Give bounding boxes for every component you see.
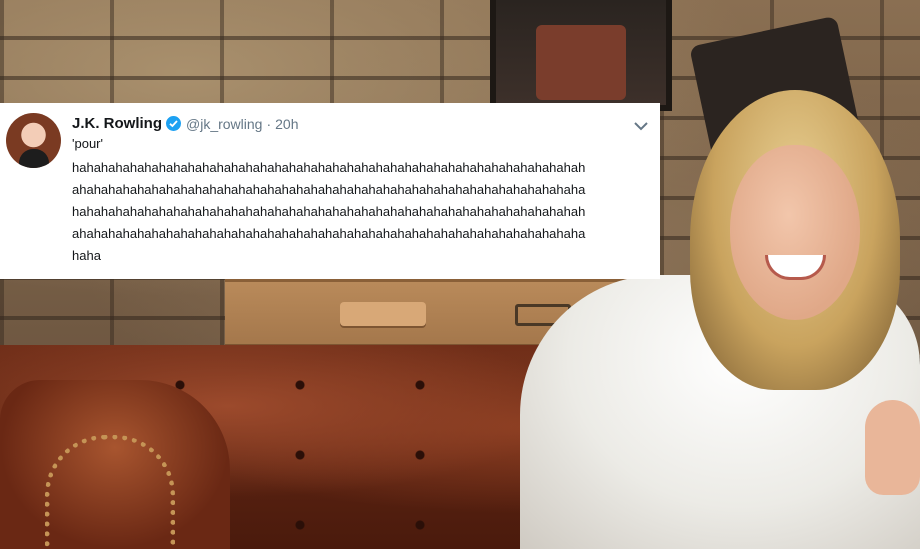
avatar[interactable] xyxy=(6,113,61,168)
chevron-down-icon[interactable] xyxy=(633,119,649,131)
drawer-pull xyxy=(340,302,426,326)
hand xyxy=(865,400,920,495)
face xyxy=(730,145,860,320)
tweet-text-line: ahahahahahahahahahahahahahahahahahahahah… xyxy=(72,182,586,197)
tweet-header: J.K. Rowling @jk_rowling · 20h xyxy=(72,115,299,132)
quoted-word: 'pour' xyxy=(72,136,103,151)
separator-dot: · xyxy=(266,115,272,132)
tweet-text: hahahahahahahahahahahahahahahahahahahaha… xyxy=(72,157,654,267)
display-name[interactable]: J.K. Rowling xyxy=(72,115,162,132)
sofa-arm xyxy=(0,380,230,549)
tweet-text-line: hahahahahahahahahahahahahahahahahahahaha… xyxy=(72,204,586,219)
tweet-text-line: hahahahahahahahahahahahahahahahahahahaha… xyxy=(72,160,586,175)
user-handle[interactable]: @jk_rowling xyxy=(186,116,262,132)
tweet-text-line: ahahahahahahahahahahahahahahahahahahahah… xyxy=(72,226,586,241)
verified-badge-icon xyxy=(166,116,181,131)
tweet-card[interactable]: J.K. Rowling @jk_rowling · 20h 'pour' ha… xyxy=(0,103,660,279)
tweet-text-line: haha xyxy=(72,248,101,263)
tweet-timestamp[interactable]: 20h xyxy=(275,116,298,132)
